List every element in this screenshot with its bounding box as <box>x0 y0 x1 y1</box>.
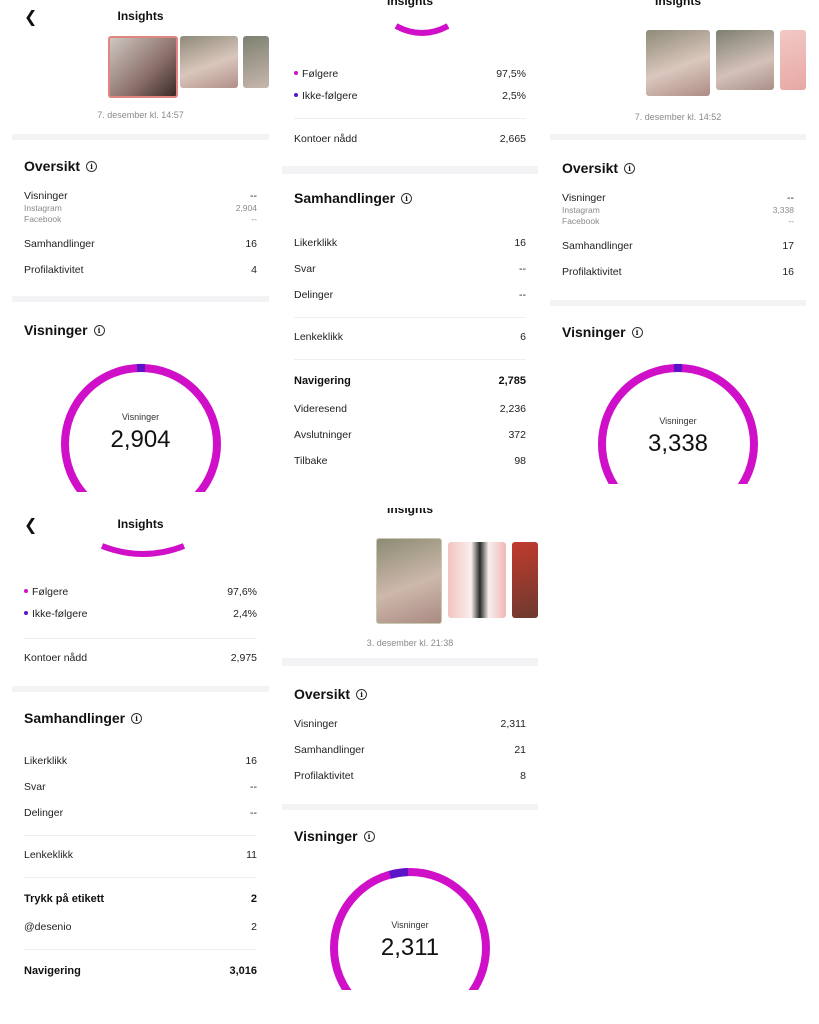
post-thumbnail[interactable] <box>108 36 178 98</box>
stat-row-facebook: Facebook -- <box>562 216 794 226</box>
stat-row-navigering[interactable]: Navigering 3,016 <box>24 965 257 981</box>
info-icon[interactable]: i <box>363 831 375 842</box>
stat-row-samhandlinger[interactable]: Samhandlinger 17 <box>562 240 794 256</box>
post-thumbnail[interactable] <box>646 30 710 96</box>
dial-value: 3,338 <box>647 430 709 457</box>
post-thumbnail[interactable] <box>448 542 506 618</box>
insights-panel-5: Insights 3. desember kl. 21:38 Oversikt i… <box>282 508 538 1010</box>
post-preview-card: 7. desember kl. 14:57 <box>12 32 269 134</box>
visninger-card: Visninger i Visninger 2,311 <box>282 810 538 1010</box>
post-thumbnail[interactable] <box>512 542 538 618</box>
oversikt-card: Oversikt i Visninger 2,311 Samhandlinger 21… <box>282 666 538 804</box>
section-title-samhandlinger: Samhandlinger i <box>24 710 143 726</box>
non-followers-dot <box>294 93 298 97</box>
stat-row-delinger[interactable]: Delinger -- <box>24 807 257 823</box>
stat-row-visninger[interactable]: Visninger 2,311 <box>294 718 526 734</box>
dial-chart-bottom <box>100 543 186 557</box>
insights-panel-3: Insights 7. desember kl. 14:52 Oversikt i… <box>550 0 806 505</box>
header: ❮ Insights <box>12 0 269 32</box>
info-icon[interactable]: i <box>86 161 98 172</box>
stat-row-profilaktivitet[interactable]: Profilaktivitet 4 <box>24 264 257 280</box>
section-title-samhandlinger: Samhandlinger i <box>294 190 413 206</box>
stat-row-delinger[interactable]: Delinger -- <box>294 289 526 305</box>
info-icon[interactable]: i <box>131 713 143 724</box>
stat-row-desenio[interactable]: @desenio 2 <box>24 921 257 937</box>
section-title-oversikt: Oversikt i <box>24 158 98 174</box>
dial-label: Visninger <box>121 412 160 422</box>
header-title-cut: Insights <box>654 0 701 8</box>
info-icon[interactable]: i <box>401 193 413 204</box>
insights-panel-2: Insights Følgere 97,5% Ikke-følgere 2,5% K… <box>282 0 538 505</box>
stat-row-lenkeklikk[interactable]: Lenkeklikk 11 <box>24 849 257 865</box>
header-title: Insights <box>117 517 164 531</box>
stat-row-svar[interactable]: Svar -- <box>294 263 526 279</box>
post-date: 7. desember kl. 14:52 <box>634 112 722 122</box>
dial-value: 2,904 <box>110 426 171 453</box>
stat-row-profilaktivitet[interactable]: Profilaktivitet 8 <box>294 770 526 786</box>
stat-row-lenkeklikk[interactable]: Lenkeklikk 6 <box>294 331 526 347</box>
stat-row-folgere[interactable]: Følgere 97,5% <box>294 68 526 84</box>
followers-dot <box>24 589 28 593</box>
oversikt-card: Oversikt i Visninger -- Instagram 2,904 Fac… <box>12 140 269 296</box>
post-thumbnail[interactable] <box>243 36 269 88</box>
post-thumbnail[interactable] <box>376 538 442 624</box>
section-title-visninger: Visninger i <box>294 828 375 844</box>
header-title: Insights <box>117 9 164 23</box>
dial-label: Visninger <box>391 920 429 930</box>
stat-row-trykk-etikett[interactable]: Trykk på etikett 2 <box>24 893 257 909</box>
followers-dot <box>294 71 298 75</box>
section-title-visninger: Visninger i <box>562 324 643 340</box>
info-icon[interactable]: i <box>631 327 643 338</box>
info-icon[interactable]: i <box>356 689 368 700</box>
post-preview-card: Insights 7. desember kl. 14:52 <box>550 0 806 134</box>
stat-row-ikke-folgere[interactable]: Ikke-følgere 2,4% <box>24 608 257 624</box>
stat-row-likerklikk[interactable]: Likerklikk 16 <box>24 755 257 771</box>
dial-label: Visninger <box>659 416 697 426</box>
post-preview-card: Insights 3. desember kl. 21:38 <box>282 508 538 658</box>
stat-row-kontoer-nadd[interactable]: Kontoer nådd 2,975 <box>24 652 257 668</box>
header-title-cut: Insights <box>386 508 433 516</box>
info-icon[interactable]: i <box>93 325 105 336</box>
dial-value: 2,311 <box>380 934 440 961</box>
header: ❮ Insights <box>12 508 269 540</box>
stat-row-tilbake[interactable]: Tilbake 98 <box>294 455 526 471</box>
samhandlinger-card: Samhandlinger i Likerklikk 16 Svar -- Delin… <box>282 174 538 505</box>
post-thumbnail[interactable] <box>180 36 238 88</box>
stat-row-videresend[interactable]: Videresend 2,236 <box>294 403 526 419</box>
post-thumbnail[interactable] <box>780 30 806 90</box>
stat-row-navigering[interactable]: Navigering 2,785 <box>294 375 526 391</box>
info-icon[interactable]: i <box>624 163 636 174</box>
oversikt-card: Oversikt i Visninger -- Instagram 3,338 Fac… <box>550 140 806 300</box>
samhandlinger-card: Samhandlinger i Likerklikk 16 Svar -- Delin… <box>12 692 269 1024</box>
dial-chart-bottom <box>394 23 450 36</box>
section-title-oversikt: Oversikt i <box>562 160 636 176</box>
stat-row-ikke-folgere[interactable]: Ikke-følgere 2,5% <box>294 90 526 106</box>
post-date: 3. desember kl. 21:38 <box>366 638 454 648</box>
post-date: 7. desember kl. 14:57 <box>97 110 184 120</box>
insights-panel-1: ❮ Insights 7. desember kl. 14:57 Oversik… <box>12 0 269 498</box>
section-title-visninger: Visninger i <box>24 322 105 338</box>
stat-row-profilaktivitet[interactable]: Profilaktivitet 16 <box>562 266 794 282</box>
stat-row-avslutninger[interactable]: Avslutninger 372 <box>294 429 526 445</box>
stat-row-samhandlinger[interactable]: Samhandlinger 16 <box>24 238 257 254</box>
section-title-oversikt: Oversikt i <box>294 686 368 702</box>
audience-card: Følgere 97,6% Ikke-følgere 2,4% Kontoer nå… <box>12 540 269 686</box>
stat-row-kontoer-nadd[interactable]: Kontoer nådd 2,665 <box>294 133 526 149</box>
non-followers-dot <box>24 611 28 615</box>
stat-row-folgere[interactable]: Følgere 97,6% <box>24 586 257 602</box>
stat-row-svar[interactable]: Svar -- <box>24 781 257 797</box>
audience-card: Insights Følgere 97,5% Ikke-følgere 2,5% K… <box>282 0 538 166</box>
stat-row-likerklikk[interactable]: Likerklikk 16 <box>294 237 526 253</box>
post-thumbnail[interactable] <box>716 30 774 90</box>
insights-panel-4: ❮ Insights Følgere 97,6% Ikke-følgere 2,4%… <box>12 508 269 1024</box>
stat-row-facebook: Facebook -- <box>24 214 257 224</box>
visninger-card: Visninger i Visninger 3,338 <box>550 306 806 505</box>
visninger-card: Visninger i Visninger 2,904 <box>12 302 269 498</box>
header-title-cut: Insights <box>386 0 433 8</box>
stat-row-samhandlinger[interactable]: Samhandlinger 21 <box>294 744 526 760</box>
